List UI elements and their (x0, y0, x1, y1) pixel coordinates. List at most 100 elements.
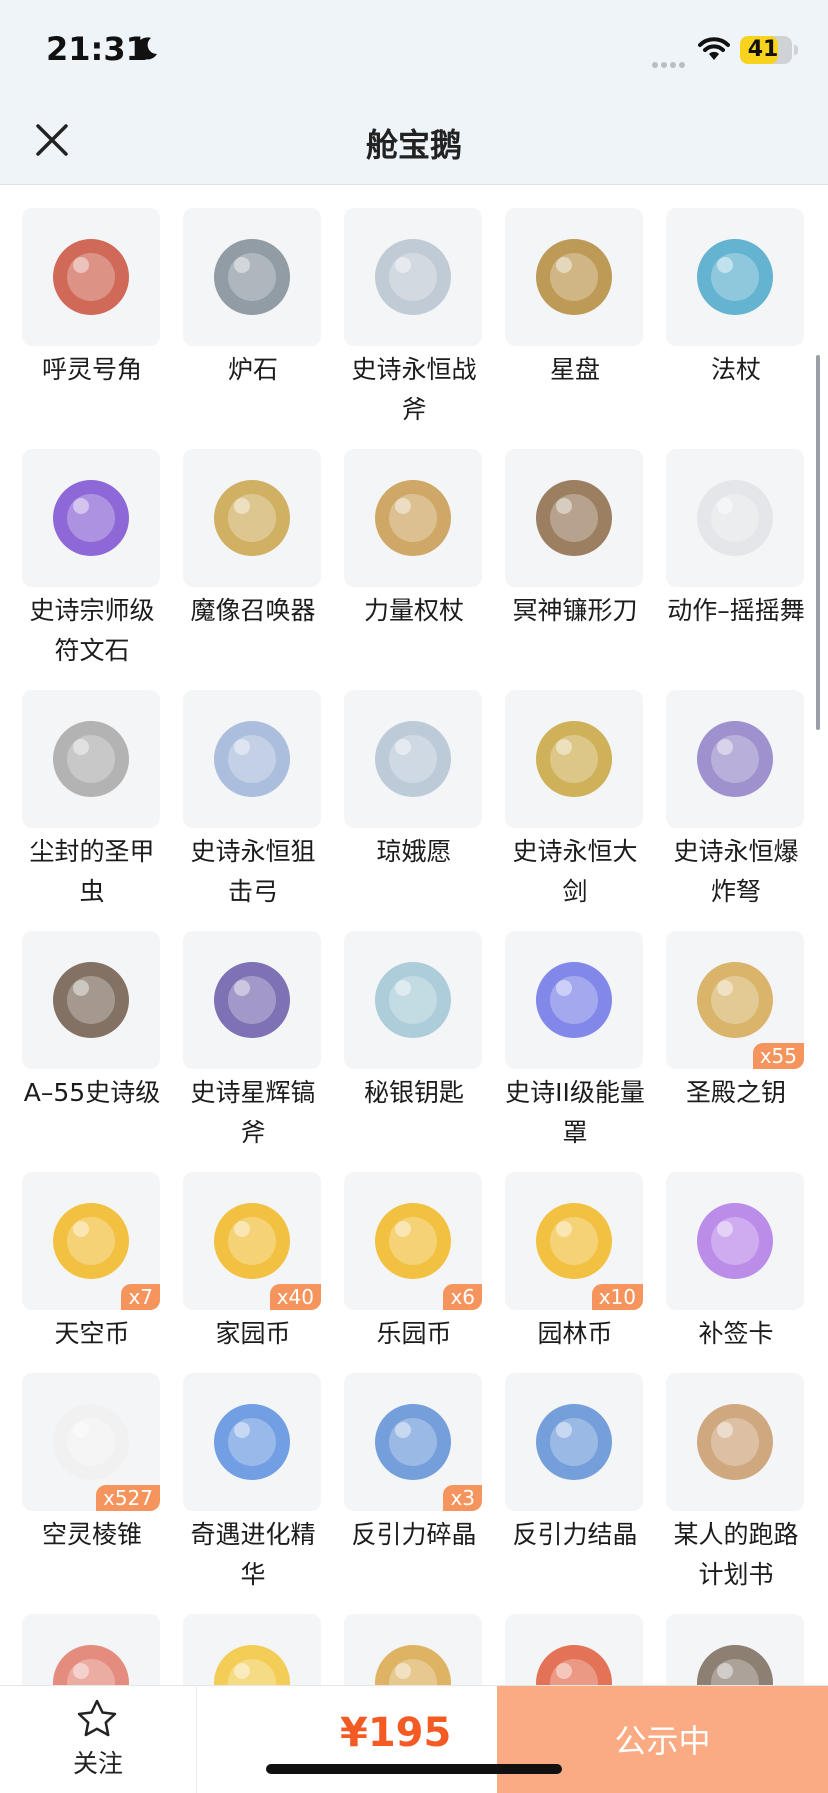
item-label: 史诗II级能量罩 (505, 1078, 645, 1147)
item-image (505, 1373, 643, 1511)
item-card[interactable]: 力量权杖 (344, 449, 484, 631)
item-label: 力量权杖 (363, 596, 464, 625)
item-label: 尘封的圣甲虫 (29, 837, 155, 906)
item-label: 某人的跑路计划书 (673, 1520, 799, 1589)
quantity-badge: x527 (95, 1485, 160, 1511)
item-image (505, 931, 643, 1069)
item-card[interactable]: 史诗永恒狙击弓 (183, 690, 323, 912)
item-card[interactable]: 尘封的圣甲虫 (22, 690, 162, 912)
follow-button[interactable]: 关注 (0, 1686, 197, 1793)
item-card[interactable]: x6 乐园币 (344, 1172, 484, 1354)
item-card[interactable]: x527 空灵棱锥 (22, 1373, 162, 1555)
battery-indicator: 41 (740, 36, 798, 64)
item-card[interactable]: 史诗永恒大剑 (505, 690, 645, 912)
item-card[interactable]: x3 反引力碎晶 (344, 1373, 484, 1555)
item-image (344, 690, 482, 828)
item-card[interactable]: 史诗宗师级符文石 (22, 449, 162, 671)
home-indicator (266, 1764, 562, 1774)
item-card[interactable] (505, 1614, 645, 1685)
item-picture-icon (214, 239, 290, 315)
item-card[interactable]: 补签卡 (666, 1172, 806, 1354)
wifi-icon (698, 37, 730, 60)
item-label: 史诗永恒大剑 (512, 837, 638, 906)
item-label: 秘银钥匙 (363, 1078, 464, 1107)
item-label: 乐园币 (376, 1319, 452, 1348)
item-picture-icon (697, 1203, 773, 1279)
item-image (183, 208, 321, 346)
item-image (22, 690, 160, 828)
item-card[interactable]: 冥神镰形刀 (505, 449, 645, 631)
item-card[interactable]: x55 圣殿之钥 (666, 931, 806, 1113)
item-card[interactable]: 史诗星辉镐斧 (183, 931, 323, 1153)
item-card[interactable]: 法杖 (666, 208, 806, 390)
item-image: x3 (344, 1373, 482, 1511)
item-picture-icon (53, 1404, 129, 1480)
item-label: 魔像召唤器 (190, 596, 316, 625)
item-image (183, 931, 321, 1069)
item-label: 琼娥愿 (376, 837, 452, 866)
page-title: 舱宝鹅 (365, 126, 462, 164)
item-picture-icon (53, 962, 129, 1038)
moon-icon (136, 37, 157, 60)
item-image (183, 690, 321, 828)
publicity-status-button[interactable]: 公示中 (497, 1686, 828, 1793)
item-card[interactable]: A–55史诗级 (22, 931, 162, 1113)
bottom-action-bar: 关注 ¥195 公示中 (0, 1685, 828, 1793)
item-picture-icon (697, 721, 773, 797)
item-card[interactable] (344, 1614, 484, 1685)
item-image (666, 208, 804, 346)
item-picture-icon (536, 239, 612, 315)
quantity-badge: x40 (269, 1284, 321, 1310)
item-grid: 呼灵号角 炉石 史诗永恒战斧 星盘 法杖史诗宗师级符文石 魔像召唤器 力量权杖 冥神镰形刀 动作… (0, 185, 828, 1685)
item-card[interactable]: 史诗永恒战斧 (344, 208, 484, 430)
item-card[interactable]: 星盘 (505, 208, 645, 390)
status-time: 21:31 (46, 30, 148, 68)
item-image: x7 (22, 1172, 160, 1310)
item-card[interactable] (22, 1614, 162, 1685)
item-image (666, 1614, 804, 1685)
item-image: x40 (183, 1172, 321, 1310)
item-picture-icon (214, 1404, 290, 1480)
item-image (505, 208, 643, 346)
item-card[interactable]: 史诗永恒爆炸弩 (666, 690, 806, 912)
item-card[interactable] (183, 1614, 323, 1685)
item-image (183, 449, 321, 587)
follow-label: 关注 (72, 1749, 123, 1778)
item-card[interactable]: 反引力结晶 (505, 1373, 645, 1555)
item-card[interactable]: x7 天空币 (22, 1172, 162, 1354)
item-image (666, 690, 804, 828)
item-image: x527 (22, 1373, 160, 1511)
item-card[interactable]: 秘银钥匙 (344, 931, 484, 1113)
item-image (22, 449, 160, 587)
scrollbar[interactable] (816, 355, 820, 730)
item-label: A–55史诗级 (23, 1078, 161, 1107)
item-image (344, 931, 482, 1069)
item-card[interactable]: x40 家园币 (183, 1172, 323, 1354)
item-image (666, 1172, 804, 1310)
item-card[interactable]: 某人的跑路计划书 (666, 1373, 806, 1595)
item-label: 动作–摇摇舞 (667, 596, 805, 625)
item-card[interactable]: 炉石 (183, 208, 323, 390)
item-picture-icon (53, 721, 129, 797)
item-picture-icon (536, 1404, 612, 1480)
item-card[interactable]: x10 园林币 (505, 1172, 645, 1354)
item-card[interactable]: 奇遇进化精华 (183, 1373, 323, 1595)
item-picture-icon (214, 1203, 290, 1279)
item-picture-icon (53, 1203, 129, 1279)
item-card[interactable] (666, 1614, 806, 1685)
item-card[interactable]: 呼灵号角 (22, 208, 162, 390)
item-picture-icon (214, 721, 290, 797)
item-label: 反引力结晶 (512, 1520, 638, 1549)
item-label: 史诗星辉镐斧 (190, 1078, 316, 1147)
item-card[interactable]: 史诗II级能量罩 (505, 931, 645, 1153)
item-image (344, 449, 482, 587)
item-card[interactable]: 琼娥愿 (344, 690, 484, 872)
item-card[interactable]: 魔像召唤器 (183, 449, 323, 631)
item-picture-icon (536, 962, 612, 1038)
item-label: 星盘 (549, 355, 600, 384)
item-label: 天空币 (54, 1319, 130, 1348)
item-picture-icon (375, 239, 451, 315)
item-image: x6 (344, 1172, 482, 1310)
item-card[interactable]: 动作–摇摇舞 (666, 449, 806, 631)
item-image (505, 1614, 643, 1685)
